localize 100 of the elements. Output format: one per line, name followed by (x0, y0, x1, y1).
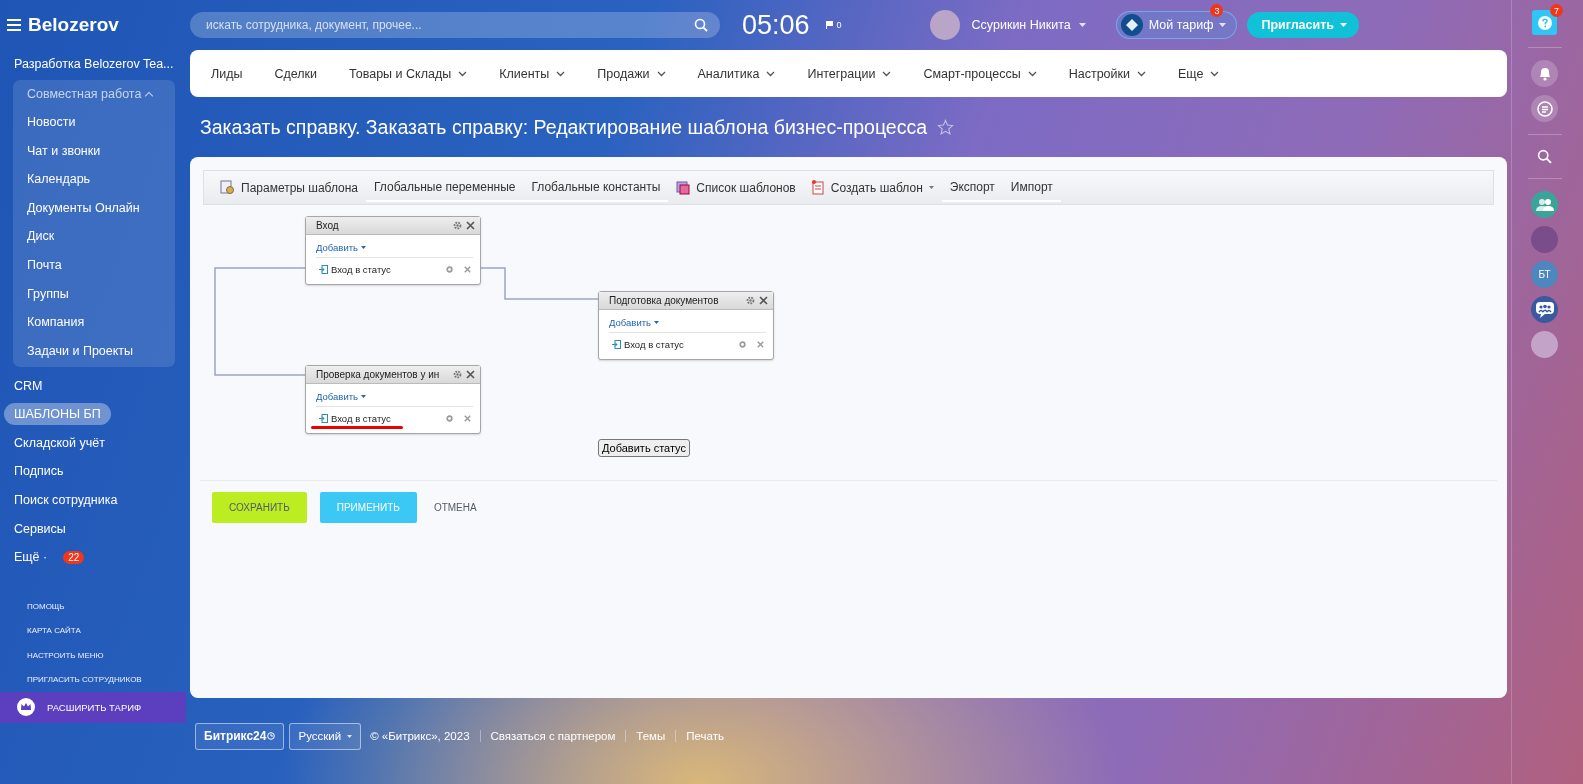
sidebar-item[interactable]: Новости (0, 108, 175, 137)
copyright-text: © «Битрикс», 2023 (369, 730, 471, 742)
close-icon[interactable] (464, 266, 471, 273)
sidebar-item[interactable]: Календарь (0, 165, 175, 194)
chevron-down-icon[interactable] (766, 71, 776, 77)
nav-item[interactable]: Настройки (1052, 66, 1162, 81)
sidebar-link[interactable]: КАРТА САЙТА (27, 624, 186, 639)
group-chat-button[interactable] (1531, 191, 1558, 218)
sidebar-item[interactable]: Разработка Belozerov Tea... (0, 50, 186, 78)
chevron-down-icon[interactable] (556, 71, 566, 77)
close-icon[interactable] (464, 415, 471, 422)
help-button[interactable] (1532, 10, 1557, 35)
state-title: Проверка документов у ин (316, 369, 441, 380)
toolbar-button[interactable]: Создать шаблон (803, 174, 942, 201)
toolbar-button[interactable]: Экспорт (941, 173, 1003, 202)
sidebar-group-header[interactable]: Совместная работа (13, 80, 175, 108)
group-chat-button[interactable] (1531, 296, 1558, 323)
language-select[interactable]: Русский (289, 722, 362, 750)
toolbar-button[interactable]: Параметры шаблона (212, 174, 367, 201)
sidebar-item[interactable]: Сервисы (0, 516, 80, 541)
settings-icon[interactable] (453, 221, 462, 230)
nav-item[interactable]: Клиенты (483, 66, 582, 81)
state-action[interactable]: Вход в статус (331, 413, 443, 424)
user-name-menu[interactable]: Ссурикин Никита (971, 18, 1071, 32)
sidebar-item[interactable]: Почта (0, 250, 175, 280)
sidebar-link[interactable]: ПРИГЛАСИТЬ СОТРУДНИКОВ (27, 673, 186, 688)
settings-icon[interactable] (746, 296, 755, 305)
sidebar-item[interactable]: Диск (0, 222, 175, 251)
sidebar-item[interactable]: Поиск сотрудника (0, 488, 132, 512)
add-action-link[interactable]: Добавить (609, 317, 651, 328)
toolbar-button[interactable]: Глобальные переменные (366, 173, 524, 202)
save-button[interactable]: СОХРАНИТЬ (212, 492, 307, 523)
nav-item[interactable]: Продажи (581, 66, 682, 81)
sidebar-item[interactable]: Документы Онлайн (0, 193, 175, 223)
state-node[interactable]: Вход Добавить Вход в статус (305, 216, 481, 285)
caret-icon (347, 734, 353, 738)
notifications-button[interactable] (1531, 60, 1558, 87)
settings-icon[interactable] (446, 266, 453, 273)
settings-icon[interactable] (739, 341, 746, 348)
chevron-down-icon[interactable] (458, 71, 468, 77)
toolbar-button[interactable]: Импорт (1002, 173, 1061, 202)
sidebar-item[interactable]: Чат и звонки (0, 136, 175, 166)
contact-avatar[interactable]: БТ (1531, 261, 1558, 288)
sidebar-item[interactable]: Подпись (0, 459, 78, 484)
state-title: Вход (316, 220, 340, 231)
state-node[interactable]: Проверка документов у ин Добавить Вход в статус (305, 365, 481, 434)
sidebar-item[interactable]: Задачи и Проекты (0, 336, 175, 366)
nav-item[interactable]: Лиды (195, 66, 259, 81)
notification-badge: 3 (1210, 4, 1224, 17)
diamond-logo-icon (1120, 14, 1143, 36)
upgrade-tariff-button[interactable]: РАСШИРИТЬ ТАРИФ (0, 691, 186, 723)
star-icon[interactable] (937, 118, 955, 136)
sidebar-more-item[interactable]: Ещё · (0, 545, 62, 570)
chevron-down-icon[interactable] (882, 71, 892, 77)
close-icon[interactable] (757, 341, 764, 348)
sidebar-link[interactable]: ПОМОЩЬ (27, 599, 186, 614)
caret-icon[interactable] (361, 395, 366, 398)
chevron-down-icon[interactable] (1136, 71, 1146, 77)
caret-icon (1340, 23, 1347, 27)
sidebar-item[interactable]: Складской учёт (0, 430, 119, 455)
close-icon[interactable] (759, 296, 768, 305)
add-action-link[interactable]: Добавить (316, 391, 358, 402)
sidebar-link[interactable]: НАСТРОИТЬ МЕНЮ (27, 648, 186, 663)
chevron-down-icon[interactable] (656, 71, 666, 77)
close-icon[interactable] (466, 370, 475, 379)
nav-item[interactable]: Аналитика (681, 66, 792, 81)
nav-item[interactable]: Смарт-процессы (907, 66, 1053, 81)
chevron-down-icon[interactable] (1210, 71, 1220, 77)
close-icon[interactable] (466, 221, 475, 230)
chevron-down-icon[interactable] (1027, 71, 1037, 77)
add-status-button[interactable]: Добавить статус (598, 439, 690, 457)
flag-count: 0 (836, 20, 842, 30)
nav-item[interactable]: Еще (1161, 66, 1236, 81)
flag-icon[interactable] (825, 21, 833, 29)
list-icon (676, 180, 691, 195)
state-node[interactable]: Подготовка документов Добавить Вход в статус (598, 291, 774, 360)
nav-item[interactable]: Интеграции (791, 66, 908, 81)
caret-icon[interactable] (361, 246, 366, 249)
nav-item[interactable]: Товары и Склады (333, 66, 484, 81)
state-action[interactable]: Вход в статус (624, 339, 736, 350)
menu-icon[interactable] (7, 19, 21, 31)
sidebar-item[interactable]: Группы (0, 279, 175, 309)
search-icon[interactable] (1537, 149, 1552, 164)
enter-icon (612, 340, 621, 349)
portal-logo[interactable]: Belozerov (28, 14, 119, 36)
toolbar-button[interactable]: Глобальные константы (523, 173, 669, 202)
chat-button[interactable] (1531, 95, 1558, 122)
sidebar-item[interactable]: CRM (0, 373, 57, 398)
cancel-button[interactable]: ОТМЕНА (429, 492, 481, 523)
bitrix24-logo-button[interactable]: Битрикс24 (195, 722, 285, 750)
toolbar-button[interactable]: Список шаблонов (668, 174, 804, 201)
add-action-link[interactable]: Добавить (316, 242, 358, 253)
sidebar-item[interactable]: Компания (0, 308, 175, 337)
caret-icon[interactable] (1078, 23, 1086, 27)
search-icon[interactable] (694, 18, 708, 32)
nav-item[interactable]: Сделки (258, 66, 334, 81)
caret-icon[interactable] (654, 321, 659, 324)
settings-icon[interactable] (446, 415, 453, 422)
settings-icon[interactable] (453, 370, 462, 379)
state-action[interactable]: Вход в статус (331, 264, 443, 275)
